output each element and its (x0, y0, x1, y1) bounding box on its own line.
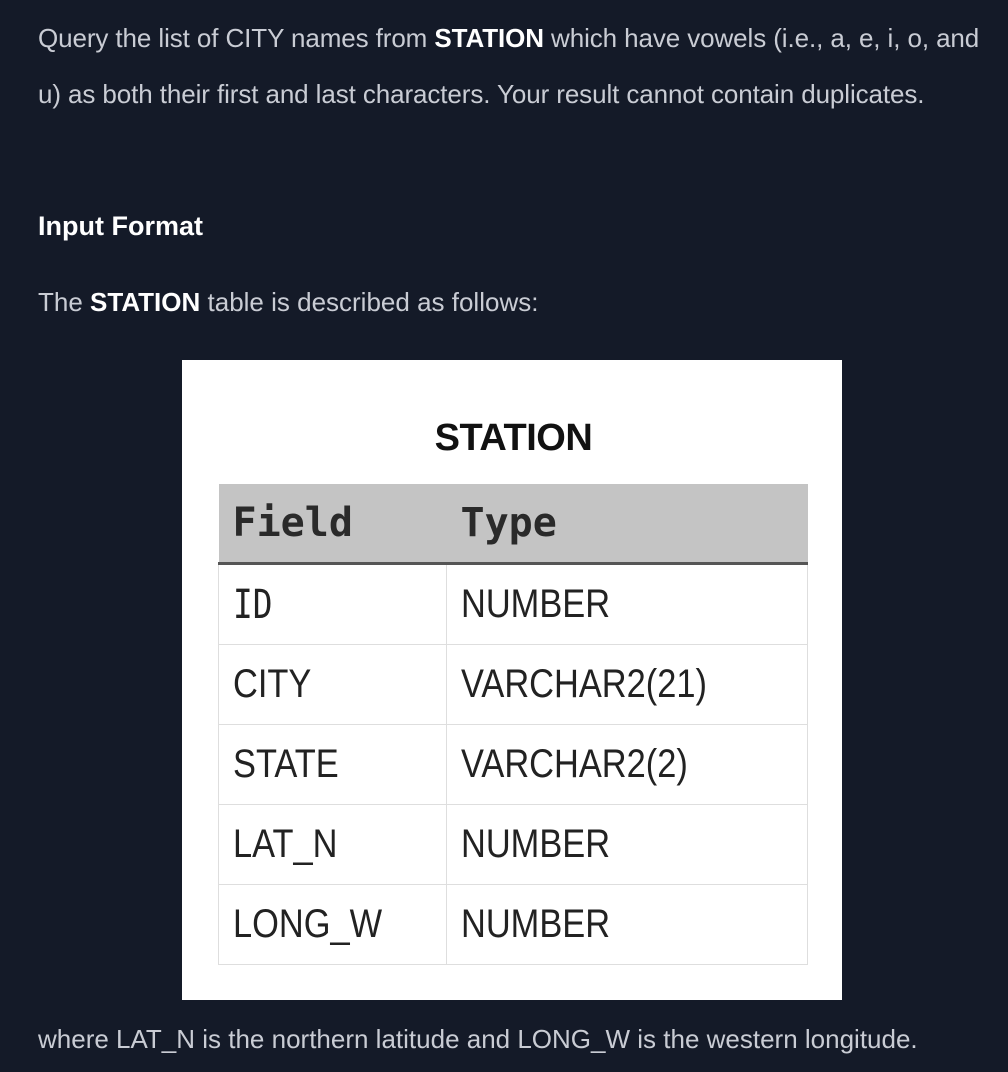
input-format-description: The STATION table is described as follow… (38, 282, 538, 322)
type-cell: VARCHAR2(2) (446, 724, 808, 805)
desc-text-2: table is described as follows: (200, 287, 539, 317)
field-cell: LAT_N (218, 804, 447, 885)
table-row: LONG_W NUMBER (218, 884, 808, 965)
field-cell: ID (218, 563, 447, 645)
header-type: Type (446, 484, 808, 565)
schema-header-row: Field Type (218, 484, 808, 565)
table-row: ID NUMBER (218, 563, 808, 645)
field-explanation: where LAT_N is the northern latitude and… (38, 1024, 918, 1054)
intro-text-1: Query the list of CITY names from (38, 23, 435, 53)
schema-table: Field Type ID NUMBER CITY VARCHAR2(21) S… (218, 484, 808, 965)
type-cell: NUMBER (446, 563, 808, 645)
table-row: LAT_N NUMBER (218, 804, 808, 885)
field-type: NUMBER (461, 582, 611, 626)
table-row: STATE VARCHAR2(2) (218, 724, 808, 805)
header-field: Field (218, 484, 447, 565)
field-cell: LONG_W (218, 884, 447, 965)
field-name: LAT_N (233, 822, 338, 866)
input-format-heading: Input Format (38, 211, 203, 241)
field-name: LONG_W (233, 902, 383, 946)
field-cell: CITY (218, 644, 447, 725)
desc-text-1: The (38, 287, 91, 317)
problem-description: Query the list of CITY names from STATIO… (38, 10, 988, 122)
intro-table-name: STATION (434, 23, 544, 53)
type-cell: NUMBER (446, 884, 808, 965)
field-name: STATE (233, 742, 339, 786)
problem-statement: Query the list of CITY names from STATIO… (38, 0, 988, 122)
field-type: VARCHAR2(21) (461, 662, 707, 706)
field-type: NUMBER (461, 822, 611, 866)
type-cell: NUMBER (446, 804, 808, 885)
table-row: CITY VARCHAR2(21) (218, 644, 808, 725)
station-schema-image: STATION Field Type ID NUMBER CITY VARCHA… (182, 360, 842, 1000)
field-type: NUMBER (461, 902, 611, 946)
schema-title: STATION (434, 417, 593, 459)
desc-table-name: STATION (90, 287, 201, 317)
type-cell: VARCHAR2(21) (446, 644, 808, 725)
field-name: CITY (233, 662, 312, 706)
field-name: ID (233, 581, 273, 628)
field-type: VARCHAR2(2) (461, 742, 688, 786)
field-cell: STATE (218, 724, 447, 805)
